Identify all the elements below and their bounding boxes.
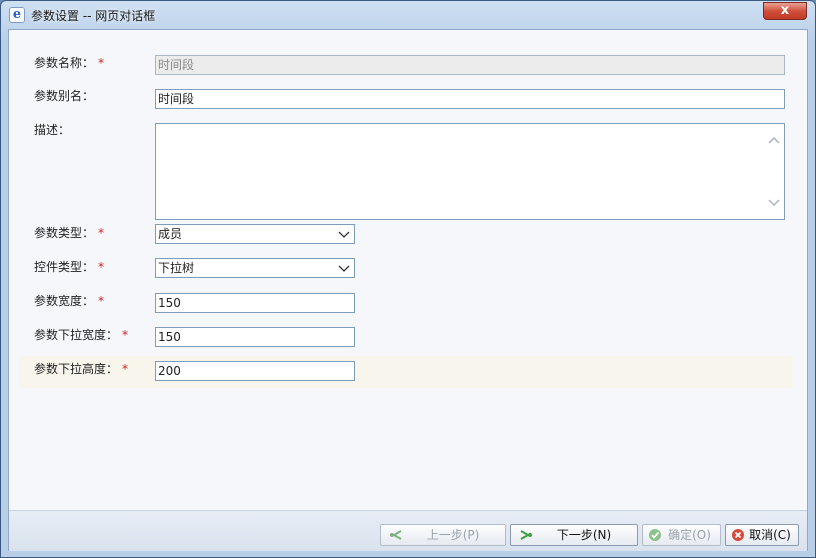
- description-textarea[interactable]: [155, 123, 785, 220]
- ie-page-icon: e: [9, 7, 25, 23]
- required-mark: *: [98, 56, 105, 70]
- button-bar: 上一步(P) 下一步(N) 确定(O) 取消(C): [9, 510, 807, 551]
- scroll-down-icon[interactable]: [768, 199, 780, 207]
- param-type-select[interactable]: 成员: [155, 224, 355, 244]
- form-area: 参数名称： * 时间段 参数别名： 时间段 描述： 参数类型： * 成员 控件类…: [9, 30, 807, 510]
- window-title: 参数设置 -- 网页对话框: [31, 9, 156, 23]
- chevron-down-icon: [338, 265, 350, 272]
- close-button[interactable]: x: [763, 2, 807, 20]
- next-arrow-icon: [520, 530, 532, 540]
- title-bar[interactable]: e 参数设置 -- 网页对话框 x: [1, 1, 815, 29]
- dialog-client-area: 参数名称： * 时间段 参数别名： 时间段 描述： 参数类型： * 成员 控件类…: [8, 29, 808, 551]
- param-type-value: 成员: [158, 227, 183, 241]
- cancel-icon: [732, 529, 744, 541]
- prev-arrow-icon: [390, 530, 402, 540]
- dropdown-width-label: 参数下拉宽度： *: [34, 328, 129, 342]
- description-label: 描述：: [34, 123, 71, 137]
- required-mark: *: [122, 362, 129, 376]
- param-type-label: 参数类型： *: [34, 226, 105, 240]
- next-step-button[interactable]: 下一步(N): [510, 524, 638, 546]
- scroll-up-icon[interactable]: [768, 136, 780, 144]
- control-type-value: 下拉树: [158, 261, 195, 275]
- param-alias-label: 参数别名：: [34, 89, 95, 103]
- cancel-button[interactable]: 取消(C): [725, 524, 799, 546]
- control-type-select[interactable]: 下拉树: [155, 258, 355, 278]
- ok-button[interactable]: 确定(O): [642, 524, 721, 546]
- chevron-down-icon: [338, 231, 350, 238]
- control-type-label: 控件类型： *: [34, 260, 105, 274]
- required-mark: *: [98, 294, 105, 308]
- param-name-label: 参数名称： *: [34, 56, 105, 70]
- param-alias-input[interactable]: 时间段: [155, 89, 785, 109]
- dropdown-height-input[interactable]: 200: [155, 361, 355, 381]
- dropdown-width-input[interactable]: 150: [155, 327, 355, 347]
- param-width-input[interactable]: 150: [155, 293, 355, 313]
- dropdown-height-label: 参数下拉高度： *: [34, 362, 129, 376]
- required-mark: *: [98, 226, 105, 240]
- dialog-window: e 参数设置 -- 网页对话框 x 参数名称： * 时间段 参数别名： 时间段 描…: [0, 0, 816, 558]
- row-highlight: [19, 356, 793, 388]
- prev-step-button[interactable]: 上一步(P): [380, 524, 506, 546]
- param-width-label: 参数宽度： *: [34, 294, 105, 308]
- param-name-input: 时间段: [155, 55, 785, 75]
- required-mark: *: [122, 328, 129, 342]
- check-icon: [649, 529, 661, 541]
- required-mark: *: [98, 260, 105, 274]
